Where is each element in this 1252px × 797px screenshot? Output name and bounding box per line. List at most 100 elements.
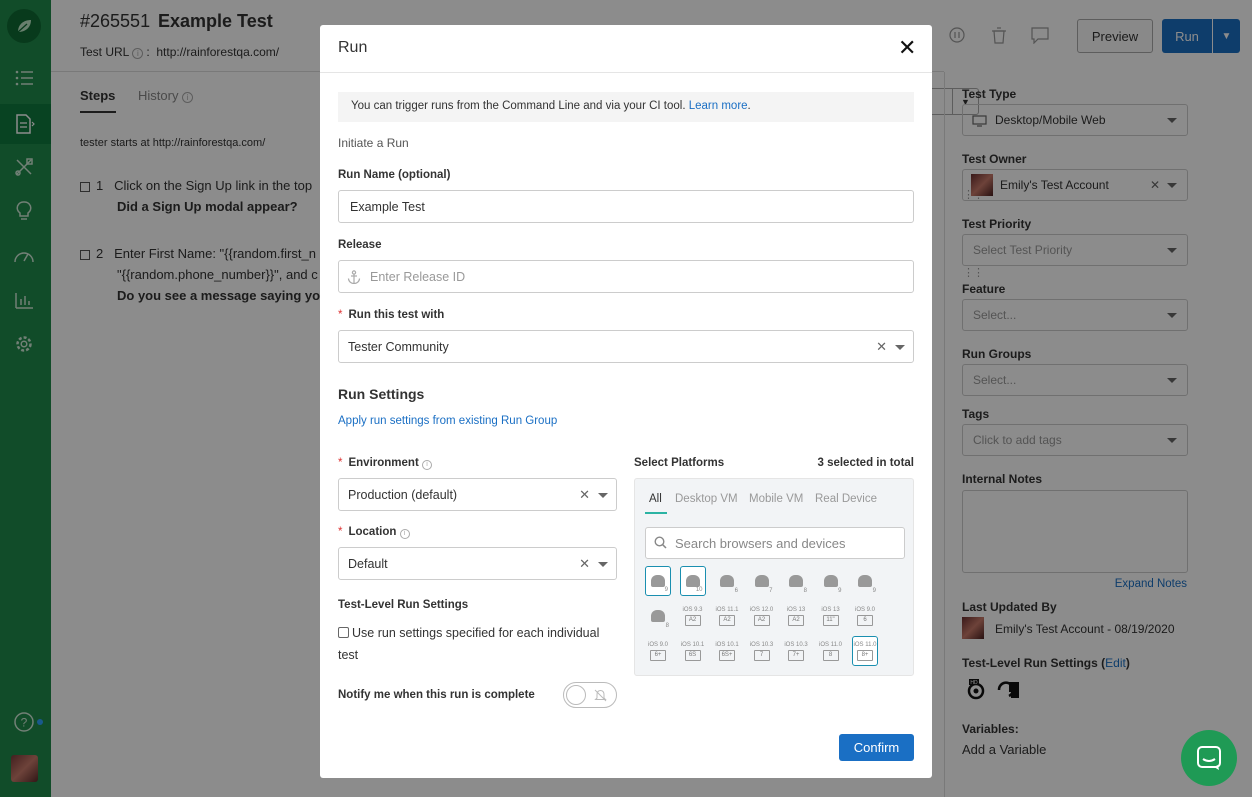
ios-version: iOS 11.0 — [853, 641, 877, 648]
android-device-option[interactable]: 8 — [783, 566, 809, 596]
ios-device-icon: 8+ — [857, 649, 873, 661]
clear-icon[interactable]: ✕ — [876, 339, 887, 355]
ios-device-option[interactable]: iOS 11.0 8 — [818, 636, 844, 666]
release-label: Release — [338, 239, 382, 251]
ios-device-option[interactable]: iOS 10.3 7+ — [783, 636, 809, 666]
ios-device-icon: 6+ — [650, 649, 666, 661]
ios-version: iOS 10.1 — [715, 641, 739, 648]
android-icon — [651, 610, 665, 622]
android-version: 9 — [664, 587, 668, 593]
platform-picker: All Desktop VM Mobile VM Real Device Sea… — [634, 478, 914, 676]
android-version: 7 — [769, 588, 773, 594]
ios-device-option[interactable]: iOS 10.1 6S — [680, 636, 706, 666]
run-with-label: * Run this test with — [338, 309, 444, 321]
ios-version: iOS 10.3 — [749, 641, 774, 648]
android-icon — [720, 575, 734, 587]
ios-device-icon: 8 — [822, 649, 839, 661]
ios-device-icon: 7+ — [788, 649, 804, 661]
android-icon — [858, 575, 872, 587]
confirm-button[interactable]: Confirm — [839, 734, 914, 761]
platform-tab-all[interactable]: All — [649, 493, 662, 505]
modal-title: Run — [338, 39, 368, 56]
ios-version: iOS 9.0 — [854, 606, 875, 613]
clear-icon[interactable]: ✕ — [579, 487, 590, 503]
ios-device-option[interactable]: iOS 13 A2 — [783, 601, 809, 631]
platform-search-input[interactable]: Search browsers and devices — [645, 527, 905, 559]
tlrs-checkbox-label[interactable]: Use run settings specified for each indi… — [352, 626, 599, 640]
location-value: Default — [348, 556, 388, 571]
platform-tab-desktop-vm[interactable]: Desktop VM — [675, 493, 738, 505]
ios-device-icon: A2 — [753, 614, 770, 626]
ios-device-option[interactable]: iOS 9.3 A2 — [680, 601, 706, 631]
ios-device-icon: A2 — [684, 614, 701, 626]
ios-device-option[interactable]: iOS 9.0 6+ — [645, 636, 671, 666]
notify-label: Notify me when this run is complete — [338, 689, 535, 701]
run-with-text: Run this test with — [348, 309, 445, 321]
ios-device-icon: A2 — [719, 614, 735, 626]
initiate-run-label: Initiate a Run — [338, 136, 409, 150]
android-device-option[interactable]: 6 — [714, 566, 740, 596]
ios-version: iOS 11.1 — [715, 606, 739, 613]
android-version: 8 — [665, 623, 669, 629]
android-device-option[interactable]: 9 — [852, 566, 878, 596]
ios-version: iOS 13 — [786, 606, 806, 613]
android-device-option[interactable]: 9 — [645, 566, 671, 596]
ios-device-option[interactable]: iOS 9.0 6 — [852, 601, 878, 631]
run-name-label: Run Name (optional) — [338, 169, 451, 181]
caret-down-icon — [598, 562, 608, 567]
notify-toggle[interactable] — [563, 682, 617, 708]
ios-device-icon: 6S — [684, 649, 701, 661]
android-icon — [651, 575, 665, 587]
clear-icon[interactable]: ✕ — [579, 556, 590, 572]
android-version: 10 — [695, 587, 703, 593]
environment-text: Environment — [348, 457, 419, 469]
selected-count: 3 selected in total — [817, 457, 914, 469]
chat-launcher-button[interactable] — [1181, 730, 1237, 786]
android-device-option[interactable]: 7 — [749, 566, 775, 596]
ios-device-icon: 7 — [753, 649, 770, 661]
ios-device-icon: 6S+ — [719, 649, 735, 661]
ios-version: iOS 9.3 — [682, 606, 703, 613]
cli-info-box: You can trigger runs from the Command Li… — [338, 92, 914, 122]
info-icon: i — [399, 529, 410, 539]
android-icon — [685, 575, 700, 587]
tlrs-option: Use run settings specified for each indi… — [338, 622, 599, 666]
ios-device-option[interactable]: iOS 13 11" — [818, 601, 844, 631]
android-device-option[interactable]: 9 — [818, 566, 844, 596]
info-text: You can trigger runs from the Command Li… — [351, 100, 686, 112]
environment-select[interactable]: Production (default) ✕ — [338, 478, 617, 511]
run-modal: Run ✕ You can trigger runs from the Comm… — [320, 25, 932, 778]
android-icon — [789, 575, 803, 587]
release-input[interactable]: Enter Release ID — [338, 260, 914, 293]
android-device-option[interactable]: 10 — [679, 566, 706, 596]
search-placeholder: Search browsers and devices — [675, 535, 846, 551]
location-select[interactable]: Default ✕ — [338, 547, 617, 580]
tlrs-checkbox[interactable] — [338, 627, 349, 638]
close-icon[interactable]: ✕ — [898, 37, 916, 59]
ios-device-option[interactable]: iOS 12.0 A2 — [749, 601, 775, 631]
ios-device-icon: A2 — [788, 614, 804, 626]
info-period: . — [747, 100, 751, 112]
caret-down-icon — [598, 493, 608, 498]
android-device-option[interactable]: 8 — [645, 601, 671, 631]
run-name-input[interactable]: Example Test — [338, 190, 914, 223]
ios-device-icon: 6 — [857, 614, 873, 626]
android-version: 9 — [838, 588, 842, 594]
ios-device-option[interactable]: iOS 10.3 7 — [749, 636, 775, 666]
ios-device-option[interactable]: iOS 11.0 8+ — [852, 636, 878, 666]
ios-device-option[interactable]: iOS 10.1 6S+ — [714, 636, 740, 666]
info-icon: i — [421, 460, 432, 470]
tlrs-checkbox-label-cont[interactable]: test — [338, 648, 358, 662]
run-with-select[interactable]: Tester Community ✕ — [338, 330, 914, 363]
required-asterisk: * — [338, 309, 343, 321]
modal-header: Run ✕ — [320, 25, 932, 73]
required-asterisk: * — [338, 457, 343, 469]
ios-version: iOS 10.1 — [680, 641, 705, 648]
apply-run-group-link[interactable]: Apply run settings from existing Run Gro… — [338, 415, 557, 427]
search-icon — [654, 536, 667, 549]
learn-more-link[interactable]: Learn more — [689, 100, 748, 112]
platform-tab-mobile-vm[interactable]: Mobile VM — [749, 493, 803, 505]
ios-device-option[interactable]: iOS 11.1 A2 — [714, 601, 740, 631]
android-icon — [754, 575, 769, 587]
platform-tab-real-device[interactable]: Real Device — [815, 493, 877, 505]
